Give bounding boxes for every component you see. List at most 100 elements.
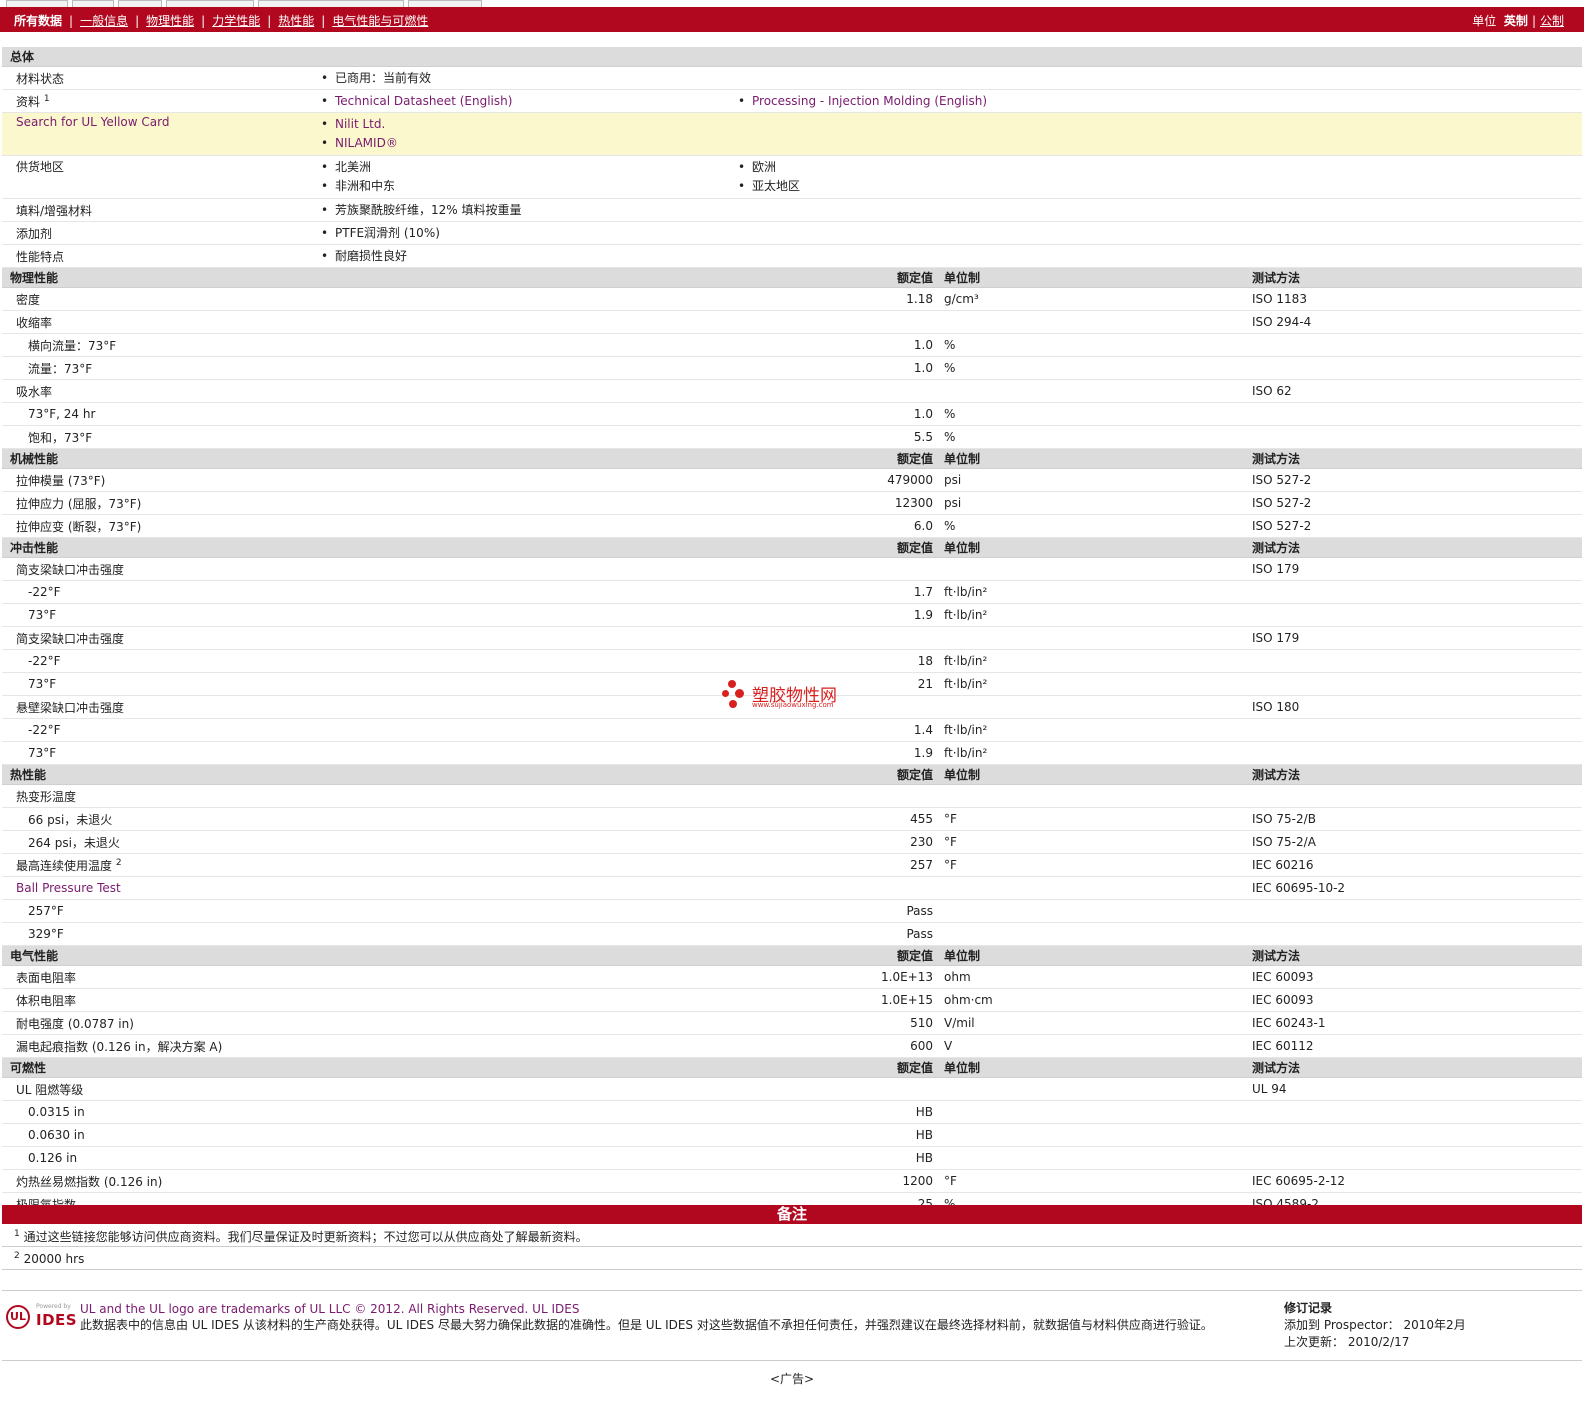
nav-physical[interactable]: 物理性能 <box>146 14 194 28</box>
property-value: 510 <box>724 1011 939 1035</box>
property-unit <box>944 310 1252 334</box>
section-header: 物理性能 额定值 单位制 测试方法 <box>2 267 1583 288</box>
property-label: UL 阻燃等级 <box>16 1082 84 1097</box>
test-method: ISO 294-4 <box>1252 310 1583 334</box>
ul-logo-icon: UL <box>6 1305 30 1329</box>
revision-added-label: 添加到 Prospector： <box>1284 1318 1400 1332</box>
property-unit: g/cm³ <box>944 287 1252 311</box>
property-label: 拉伸应力 (屈服，73°F) <box>16 496 142 511</box>
property-value <box>724 379 939 403</box>
property-label: -22°F <box>28 723 61 737</box>
link-technical-datasheet[interactable]: Technical Datasheet (English) <box>321 92 724 111</box>
property-value: 1.0E+13 <box>724 965 939 989</box>
footnote-ref[interactable]: 1 <box>44 94 50 104</box>
section-header: 可燃性 额定值 单位制 测试方法 <box>2 1057 1583 1078</box>
footnote-1: 1 通过这些链接您能够访问供应商资料。我们尽量保证及时更新资料；不过您可以从供应… <box>14 1228 588 1245</box>
test-method: ISO 62 <box>1252 379 1583 403</box>
property-row: 73°F 1.9 ft·lb/in² <box>2 603 1583 627</box>
property-row: 热变形温度 <box>2 784 1583 808</box>
nav-mechanical[interactable]: 力学性能 <box>212 14 260 28</box>
property-value <box>724 784 939 808</box>
link-search-ul-yellow-card[interactable]: Search for UL Yellow Card <box>16 115 169 129</box>
property-label-cell: 0.0630 in <box>2 1123 724 1147</box>
ul-ides-logo: UL Powered by IDES <box>6 1303 77 1335</box>
property-table: 总体 材料状态 已商用：当前有效 资料 1 Technical Datashee… <box>2 47 1583 1216</box>
property-row: 257°F Pass <box>2 899 1583 923</box>
unit-imperial[interactable]: 英制 <box>1504 14 1528 28</box>
property-unit: V <box>944 1034 1252 1058</box>
section-title: 物理性能 <box>2 267 724 288</box>
notes-header: 备注 <box>2 1205 1582 1224</box>
property-label-cell: 悬壁梁缺口冲击强度 <box>2 695 724 719</box>
nav-general-info[interactable]: 一般信息 <box>80 14 128 28</box>
property-unit <box>944 1146 1252 1170</box>
property-label: 73°F, 24 hr <box>28 407 96 421</box>
property-row: 最高连续使用温度 2 257 °F IEC 60216 <box>2 853 1583 877</box>
property-label-cell: Ball Pressure Test <box>2 876 724 900</box>
property-row: 66 psi，未退火 455 °F ISO 75-2/B <box>2 807 1583 831</box>
section-header: 机械性能 额定值 单位制 测试方法 <box>2 448 1583 469</box>
property-row: 横向流量：73°F 1.0% <box>2 333 1583 357</box>
property-value: 600 <box>724 1034 939 1058</box>
nav-electrical-flammability[interactable]: 电气性能与可燃性 <box>332 14 428 28</box>
section-header: 热性能 额定值 单位制 测试方法 <box>2 764 1583 785</box>
link-nilamid[interactable]: NILAMID® <box>321 134 1582 153</box>
section-general-header: 总体 <box>2 47 1583 67</box>
property-label-cell: 漏电起痕指数 (0.126 in，解决方案 A) <box>2 1034 724 1058</box>
powered-by-label: Powered by <box>36 1303 71 1310</box>
property-label-cell: 热变形温度 <box>2 784 724 808</box>
property-row: 264 psi，未退火 230 °F ISO 75-2/A <box>2 830 1583 854</box>
link-processing-injection[interactable]: Processing - Injection Molding (English) <box>738 92 1582 111</box>
property-value: 12300 <box>724 491 939 515</box>
nav-all-data[interactable]: 所有数据 <box>14 14 62 28</box>
section-header: 冲击性能 额定值 单位制 测试方法 <box>2 537 1583 558</box>
property-label: 简支梁缺口冲击强度 <box>16 631 125 646</box>
test-method: ISO 180 <box>1252 695 1583 719</box>
property-label: 简支梁缺口冲击强度 <box>16 562 125 577</box>
property-unit <box>944 899 1252 923</box>
property-value <box>724 310 939 334</box>
property-value: 5.5 <box>724 425 939 449</box>
property-label-cell: 体积电阻率 <box>2 988 724 1012</box>
watermark-url: www.sujiaowuxing.com <box>752 701 834 709</box>
region-item: 亚太地区 <box>738 177 1582 196</box>
property-unit: ft·lb/in² <box>944 580 1252 604</box>
ides-wordmark: IDES <box>36 1311 78 1329</box>
test-method <box>1252 672 1583 696</box>
section-title: 总体 <box>2 47 1583 67</box>
property-label-cell: 横向流量：73°F <box>2 333 724 357</box>
property-unit: ohm <box>944 965 1252 989</box>
property-label: 密度 <box>16 292 41 307</box>
test-method: IEC 60243-1 <box>1252 1011 1583 1035</box>
revision-updated-label: 上次更新： <box>1284 1335 1345 1349</box>
property-label[interactable]: Ball Pressure Test <box>16 881 121 895</box>
property-unit <box>944 695 1252 719</box>
property-label: 73°F <box>28 746 57 760</box>
property-value: 1.4 <box>724 718 939 742</box>
property-value: 1.18 <box>724 287 939 311</box>
legal-notice: UL and the UL logo are trademarks of UL … <box>80 1301 1265 1333</box>
test-method: IEC 60112 <box>1252 1034 1583 1058</box>
row-filler: 填料/增强材料 芳族聚酰胺纤维，12% 填料按重量 <box>2 198 1583 222</box>
footnote-ref[interactable]: 2 <box>116 858 122 868</box>
unit-metric[interactable]: 公制 <box>1540 14 1564 28</box>
header-method: 测试方法 <box>1252 945 1583 966</box>
nav-thermal[interactable]: 热性能 <box>278 14 314 28</box>
header-nominal: 额定值 <box>724 945 939 966</box>
property-label-cell: 0.0315 in <box>2 1100 724 1124</box>
property-row: 拉伸模量 (73°F) 479000 psi ISO 527-2 <box>2 468 1583 492</box>
property-label: 73°F <box>28 608 57 622</box>
advertisement-label: <广告> <box>769 1372 815 1386</box>
property-label: 横向流量：73°F <box>28 338 117 353</box>
property-unit: °F <box>944 807 1252 831</box>
test-method: ISO 75-2/B <box>1252 807 1583 831</box>
property-label: 表面电阻率 <box>16 970 77 985</box>
row-documents: 资料 1 Technical Datasheet (English) Proce… <box>2 89 1583 113</box>
header-nominal: 额定值 <box>724 267 939 288</box>
property-row: 灼热丝易燃指数 (0.126 in) 1200 °F IEC 60695-2-12 <box>2 1169 1583 1193</box>
property-row: 329°F Pass <box>2 922 1583 946</box>
header-unit: 单位制 <box>944 1057 1252 1078</box>
property-value: 1.0 <box>724 402 939 426</box>
section-title: 冲击性能 <box>2 537 724 558</box>
link-nilit[interactable]: Nilit Ltd. <box>321 115 1582 134</box>
